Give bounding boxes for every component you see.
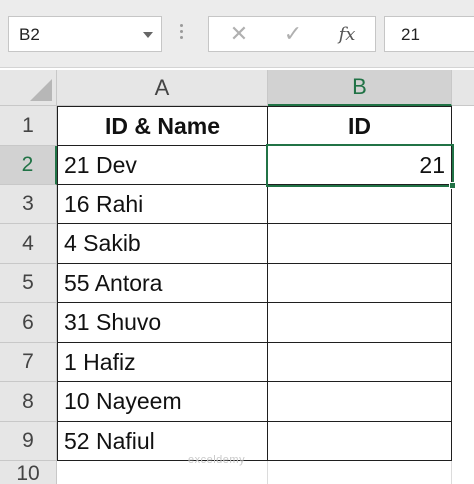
cell-b4[interactable] (268, 224, 452, 264)
column-header-a[interactable]: A (57, 70, 268, 106)
formula-input-value: 21 (401, 25, 420, 44)
row-header-7[interactable]: 7 (0, 343, 57, 382)
insert-function-icon[interactable]: fx (321, 17, 373, 51)
enter-icon[interactable]: ✓ (267, 17, 319, 51)
cell-b8[interactable] (268, 382, 452, 422)
formula-input[interactable]: 21 (384, 16, 474, 52)
row-header-4[interactable]: 4 (0, 224, 57, 264)
cell-a6[interactable]: 31 Shuvo (58, 303, 268, 343)
cell-b1[interactable]: ID (268, 107, 452, 146)
cell-a4[interactable]: 4 Sakib (58, 224, 268, 264)
cell-a1[interactable]: ID & Name (58, 107, 268, 146)
cancel-icon[interactable]: ✕ (213, 17, 265, 51)
cell-a7[interactable]: 1 Hafiz (58, 343, 268, 382)
row-header-5[interactable]: 5 (0, 264, 57, 303)
cell-b3[interactable] (268, 185, 452, 224)
row-header-9[interactable]: 9 (0, 422, 57, 461)
cell-b6[interactable] (268, 303, 452, 343)
row-header-2[interactable]: 2 (0, 146, 57, 185)
column-header-c[interactable] (452, 70, 474, 106)
cell-b7[interactable] (268, 343, 452, 382)
cell-b10[interactable] (268, 461, 452, 484)
row-header-10[interactable]: 10 (0, 461, 57, 484)
row-header-8[interactable]: 8 (0, 382, 57, 422)
watermark: exceldemy (188, 454, 246, 466)
formula-bar: B2 ✕ ✓ fx 21 (0, 0, 474, 68)
selected-cell-outline (266, 144, 454, 187)
fill-handle[interactable] (449, 182, 456, 189)
name-box-value: B2 (19, 25, 40, 44)
cell-b9[interactable] (268, 422, 452, 461)
chevron-down-icon[interactable] (143, 32, 153, 38)
select-all-triangle-icon (30, 79, 52, 101)
formula-buttons: ✕ ✓ fx (208, 16, 376, 52)
cell-a5[interactable]: 55 Antora (58, 264, 268, 303)
cell-a8[interactable]: 10 Nayeem (58, 382, 268, 422)
column-header-b[interactable]: B (268, 70, 452, 106)
select-all-button[interactable] (0, 70, 57, 106)
vertical-dots-icon[interactable] (180, 24, 184, 44)
cell-b5[interactable] (268, 264, 452, 303)
row-header-3[interactable]: 3 (0, 185, 57, 224)
name-box[interactable]: B2 (8, 16, 162, 52)
row-header-6[interactable]: 6 (0, 303, 57, 343)
cell-a3[interactable]: 16 Rahi (58, 185, 268, 224)
row-header-1[interactable]: 1 (0, 106, 57, 146)
cell-a2[interactable]: 21 Dev (58, 146, 268, 185)
worksheet-grid: A B 1 2 3 4 5 6 7 8 9 10 ID & Name 21 De… (0, 70, 474, 484)
